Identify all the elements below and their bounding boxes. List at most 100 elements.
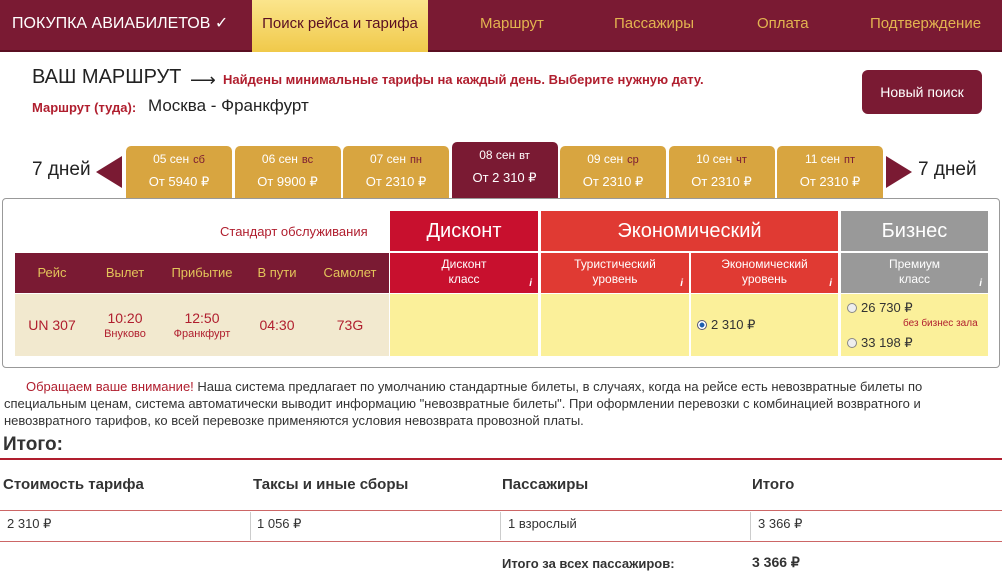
fare-option-premium-1[interactable]: 26 730 ₽ [847,300,913,316]
totals-header-fare: Стоимость тарифа [3,476,144,493]
day-price: От 2310 ₽ [691,174,752,189]
route-value: Москва - Франкфурт [148,96,309,115]
nav-brand: ПОКУПКА АВИАБИЛЕТОВ ✓ [12,15,229,32]
totals-total-value: 3 366 ₽ [758,516,803,531]
info-icon[interactable]: i [979,276,982,291]
day-date: 07 сен пн [343,152,449,166]
totals-header-total: Итого [752,476,795,493]
info-icon[interactable]: i [529,276,532,291]
notice-text: Обращаем ваше внимание! Наша система пре… [4,378,998,429]
nav-step-payment[interactable]: Оплата [757,0,809,52]
family-business: Бизнес [841,211,988,251]
subclass-economy-label: Экономический уровень [721,257,808,286]
fare-price: 33 198 ₽ [861,335,913,350]
day-price: От 2 310 ₽ [472,170,537,185]
family-discount: Дисконт [390,211,538,251]
day-price: От 2310 ₽ [365,174,427,189]
day-date: 06 сен вс [235,152,341,166]
day-date: 11 сен пт [777,152,883,166]
family-economy: Экономический [541,211,838,251]
col-arrival: Прибытие [171,265,233,280]
day-date: 09 сен ср [560,152,666,166]
subclass-tourist-label: Туристический уровень [574,257,656,286]
fare-price: 2 310 ₽ [711,317,756,332]
triangle-left-icon[interactable] [96,156,122,188]
dep-time: 10:20 [107,310,143,326]
next-7-days-link[interactable]: 7 дней [918,159,977,181]
day-weekday: вт [519,150,530,162]
divider [250,512,251,540]
col-departure: Вылет [105,265,145,280]
radio-icon[interactable] [847,303,857,313]
day-date-text: 10 сен [696,152,733,166]
day-price: От 2310 ₽ [582,174,644,189]
nav-step-confirmation[interactable]: Подтверждение [870,0,981,52]
fare-option-premium-2[interactable]: 33 198 ₽ [847,335,913,351]
divider [0,541,1002,542]
nav-step-search[interactable]: Поиск рейса и тарифа [252,0,428,52]
radio-selected-icon[interactable] [697,320,707,330]
col-flight: Рейс [37,265,67,280]
day-date-text: 06 сен [261,152,298,166]
day-tab[interactable]: 05 сен сб От 5940 ₽ [126,146,232,198]
route-note: Найдены минимальные тарифы на каждый ден… [223,72,704,87]
divider [500,512,501,540]
fare-note: без бизнес зала [903,318,978,329]
radio-icon[interactable] [847,338,857,348]
totals-header-taxes: Таксы и иные сборы [253,476,409,493]
fare-option-economy[interactable]: 2 310 ₽ [697,317,755,333]
notice-highlight: Обращаем ваше внимание! [26,379,194,394]
fare-cell-tourist [541,294,689,356]
day-tab[interactable]: 09 сен ср От 2310 ₽ [560,146,666,198]
divider [750,512,751,540]
day-price: От 9900 ₽ [257,174,318,189]
day-weekday: ср [627,154,639,166]
totals-title: Итого: [3,434,63,455]
arr-time: 12:50 [184,310,220,326]
subclass-discount-label: Дисконт класс [441,257,487,286]
day-date: 10 сен чт [669,152,775,166]
day-weekday: сб [193,154,205,166]
day-date-text: 05 сен [153,152,190,166]
flight-duration: 04:30 [259,317,295,333]
day-price: От 5940 ₽ [148,174,210,189]
day-weekday: вс [301,154,314,166]
subclass-premium[interactable]: Премиум класс i [841,253,988,293]
day-weekday: пт [844,154,856,166]
day-price: От 2310 ₽ [799,174,861,189]
service-standard-label: Стандарт обслуживания [220,224,368,239]
nav-step-route[interactable]: Маршрут [480,0,544,52]
divider [0,458,1002,460]
prev-7-days-link[interactable]: 7 дней [32,159,91,181]
subclass-discount[interactable]: Дисконт класс i [390,253,538,293]
fare-price: 26 730 ₽ [861,300,913,315]
totals-fare-value: 2 310 ₽ [7,516,52,531]
day-tab[interactable]: 06 сен вс От 9900 ₽ [234,146,341,198]
info-icon[interactable]: i [680,276,683,291]
aircraft-type: 73G [336,317,364,333]
day-tab[interactable]: 08 сен вт От 2 310 ₽ [451,142,558,198]
triangle-right-icon[interactable] [886,156,912,188]
day-date-text: 09 сен [587,152,624,166]
route-title: ВАШ МАРШРУТ [32,66,182,88]
info-icon[interactable]: i [829,276,832,291]
grand-total-label: Итого за всех пассажиров: [502,556,675,571]
day-date-text: 11 сен [804,152,841,166]
subclass-economy[interactable]: Экономический уровень i [691,253,838,293]
new-search-button[interactable]: Новый поиск [862,70,982,114]
totals-passengers-value: 1 взрослый [508,516,577,531]
top-navigation: ПОКУПКА АВИАБИЛЕТОВ ✓ Поиск рейса и тари… [0,0,1002,52]
totals-header-passengers: Пассажиры [502,476,589,493]
day-weekday: чт [736,154,747,166]
subclass-premium-label: Премиум класс [888,257,941,286]
day-tab[interactable]: 11 сен пт От 2310 ₽ [777,146,883,198]
totals-taxes-value: 1 056 ₽ [257,516,302,531]
subclass-tourist[interactable]: Туристический уровень i [541,253,689,293]
day-date-text: 08 сен [479,148,516,162]
fare-cell-discount [390,294,538,356]
nav-step-passengers[interactable]: Пассажиры [614,0,694,52]
flight-number: UN 307 [28,317,76,333]
day-tab[interactable]: 07 сен пн От 2310 ₽ [343,146,449,198]
day-tab[interactable]: 10 сен чт От 2310 ₽ [668,146,775,198]
day-date: 05 сен сб [126,152,232,166]
